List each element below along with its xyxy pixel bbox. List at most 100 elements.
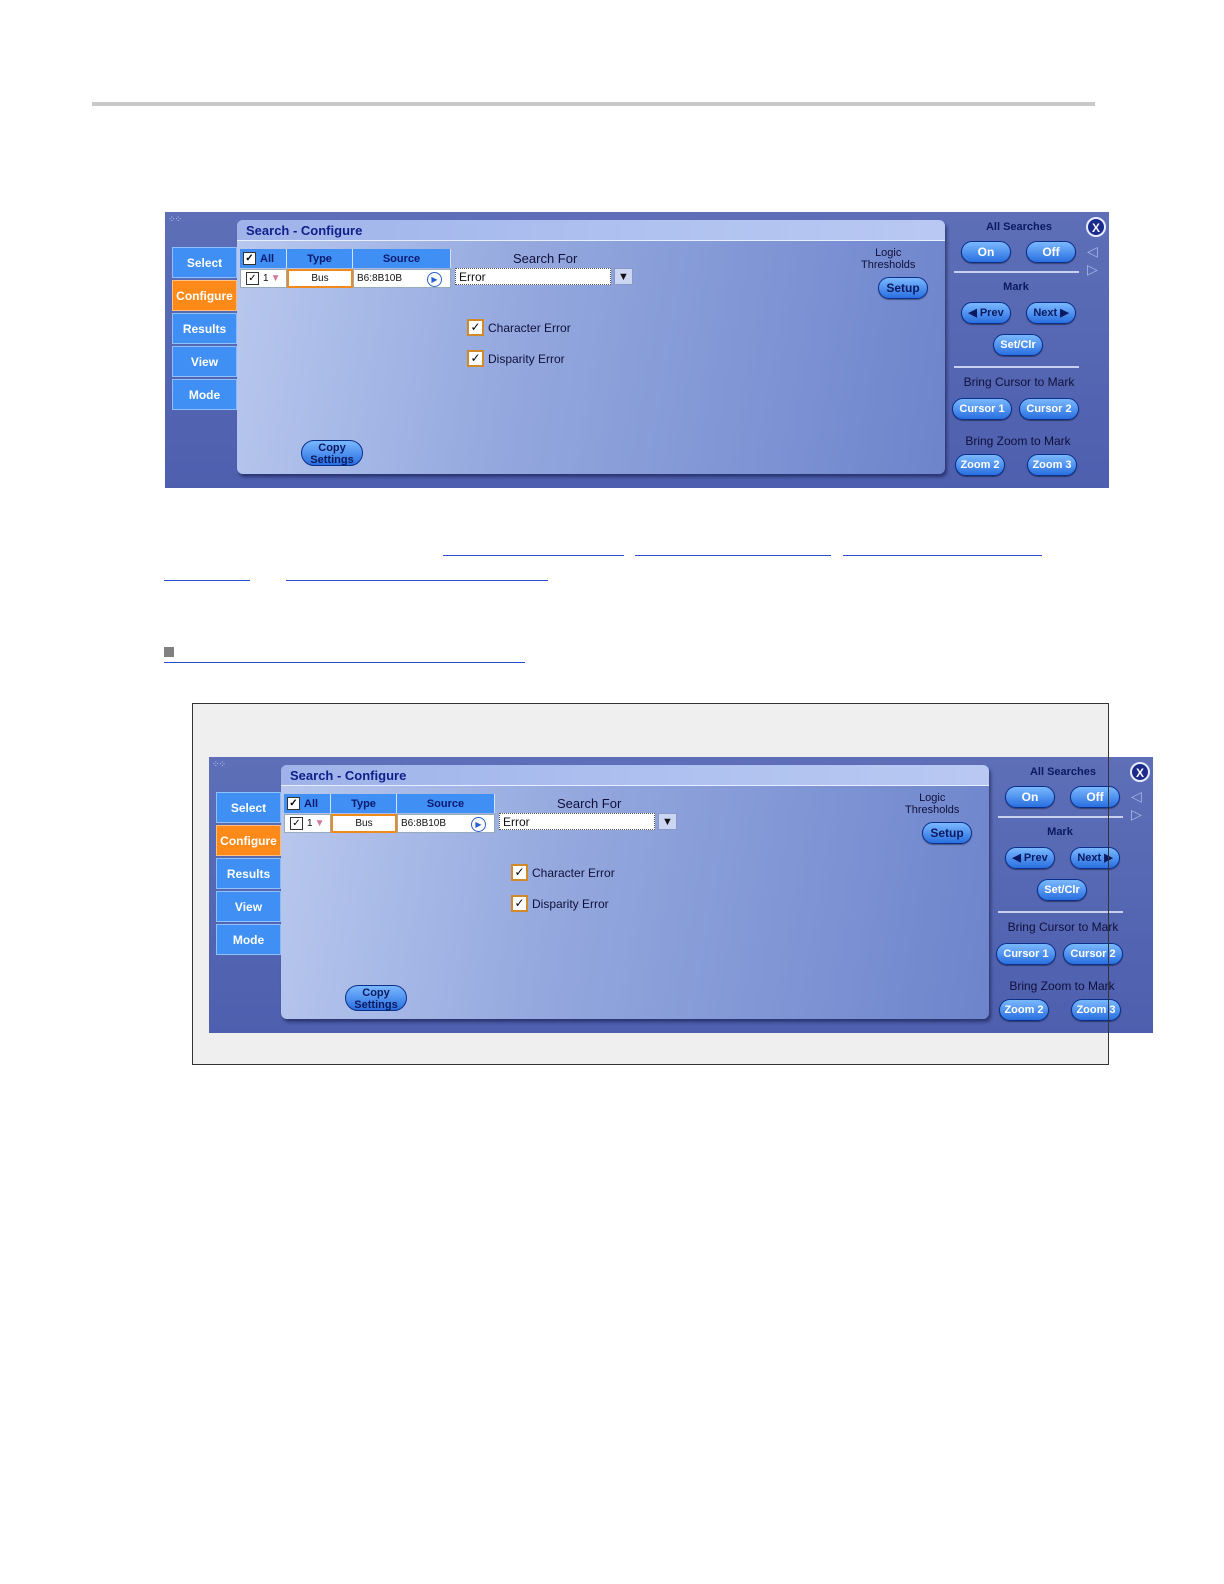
disparity-error-option[interactable]: ✓ Disparity Error bbox=[511, 895, 609, 912]
zoom-2-button[interactable]: Zoom 2 bbox=[999, 999, 1049, 1021]
configure-area: Search - Configure ✓ All Type Source ✓ 1 ▼ … bbox=[237, 220, 945, 474]
row-enable[interactable]: ✓ 1 ▼ bbox=[284, 814, 331, 833]
divider bbox=[954, 271, 1079, 273]
bring-cursor-label: Bring Cursor to Mark bbox=[963, 375, 1075, 389]
link-underline[interactable] bbox=[843, 555, 1042, 556]
search-for-select[interactable]: Error bbox=[499, 813, 655, 830]
triangle-right-icon[interactable]: ▷ bbox=[1131, 806, 1142, 823]
grip-icon[interactable]: ⁘⁘ bbox=[168, 214, 182, 225]
checkmark-icon[interactable]: ✓ bbox=[467, 319, 484, 336]
grip-icon[interactable]: ⁘⁘ bbox=[212, 759, 226, 770]
setup-button[interactable]: Setup bbox=[922, 822, 972, 844]
tab-mode[interactable]: Mode bbox=[172, 379, 237, 410]
chevron-down-icon[interactable]: ▼ bbox=[614, 268, 633, 285]
all-checkbox[interactable]: ✓ bbox=[243, 252, 256, 265]
row-checkbox[interactable]: ✓ bbox=[246, 272, 259, 285]
play-icon[interactable]: ▶ bbox=[471, 817, 486, 832]
next-button[interactable]: Next ▶ bbox=[1026, 302, 1076, 324]
cursor-1-button[interactable]: Cursor 1 bbox=[952, 398, 1012, 420]
mark-label: Mark bbox=[1047, 826, 1073, 838]
row-checkbox[interactable]: ✓ bbox=[290, 817, 303, 830]
tab-view[interactable]: View bbox=[216, 891, 281, 922]
dropdown-triangle-icon: ▼ bbox=[314, 818, 325, 829]
off-button[interactable]: Off bbox=[1070, 786, 1120, 808]
logic-thresholds-label: Logic Thresholds bbox=[905, 792, 960, 816]
page-title: Search - Configure bbox=[290, 768, 407, 783]
frame-edge bbox=[1108, 703, 1109, 1065]
panel-titlebar: Search - Configure bbox=[281, 765, 989, 786]
checkmark-icon[interactable]: ✓ bbox=[467, 350, 484, 367]
tab-results[interactable]: Results bbox=[172, 313, 237, 344]
tab-list: Select Configure Results View Mode bbox=[216, 792, 281, 957]
mark-label: Mark bbox=[1003, 281, 1029, 293]
tab-select[interactable]: Select bbox=[172, 247, 237, 278]
tab-view[interactable]: View bbox=[172, 346, 237, 377]
on-button[interactable]: On bbox=[1005, 786, 1055, 808]
search-for-select[interactable]: Error bbox=[455, 268, 611, 285]
all-checkbox[interactable]: ✓ bbox=[287, 797, 300, 810]
divider bbox=[954, 366, 1079, 368]
link-underline[interactable] bbox=[443, 555, 624, 556]
disparity-error-option[interactable]: ✓ Disparity Error bbox=[467, 350, 565, 367]
prev-button[interactable]: ◀ Prev bbox=[961, 302, 1011, 324]
type-header: Type bbox=[287, 249, 353, 268]
source-cell[interactable]: B6:8B10B ▶ bbox=[397, 814, 495, 833]
prev-button[interactable]: ◀ Prev bbox=[1005, 847, 1055, 869]
divider bbox=[998, 816, 1123, 818]
row-enable[interactable]: ✓ 1 ▼ bbox=[240, 269, 287, 288]
type-cell[interactable]: Bus bbox=[331, 814, 397, 833]
search-for-label: Search For bbox=[513, 251, 578, 266]
tab-results[interactable]: Results bbox=[216, 858, 281, 889]
panel-titlebar: Search - Configure bbox=[237, 220, 945, 241]
tab-configure[interactable]: Configure bbox=[172, 280, 237, 311]
all-header[interactable]: ✓ All bbox=[284, 794, 331, 813]
link-underline[interactable] bbox=[286, 580, 548, 581]
logic-thresholds-label: Logic Thresholds bbox=[861, 247, 916, 271]
search-configure-panel: ⁘⁘ Select Configure Results View Mode Se… bbox=[165, 212, 1109, 488]
triangle-left-icon[interactable]: ◁ bbox=[1087, 243, 1098, 260]
configure-area: Search - Configure ✓ All Type Source ✓ 1 ▼ … bbox=[281, 765, 989, 1019]
chevron-down-icon[interactable]: ▼ bbox=[658, 813, 677, 830]
play-icon[interactable]: ▶ bbox=[427, 272, 442, 287]
tab-select[interactable]: Select bbox=[216, 792, 281, 823]
divider bbox=[998, 911, 1123, 913]
type-header: Type bbox=[331, 794, 397, 813]
source-header: Source bbox=[397, 794, 495, 813]
page-title: Search - Configure bbox=[246, 223, 363, 238]
character-error-option[interactable]: ✓ Character Error bbox=[467, 319, 571, 336]
tab-configure[interactable]: Configure bbox=[216, 825, 281, 856]
link-underline[interactable] bbox=[164, 580, 250, 581]
cursor-2-button[interactable]: Cursor 2 bbox=[1063, 943, 1123, 965]
copy-settings-button[interactable]: Copy Settings bbox=[345, 985, 407, 1011]
bring-zoom-label: Bring Zoom to Mark bbox=[965, 434, 1071, 448]
next-button[interactable]: Next ▶ bbox=[1070, 847, 1120, 869]
setup-button[interactable]: Setup bbox=[878, 277, 928, 299]
set-clear-button[interactable]: Set/Clr bbox=[993, 334, 1043, 356]
source-header: Source bbox=[353, 249, 451, 268]
set-clear-button[interactable]: Set/Clr bbox=[1037, 879, 1087, 901]
dropdown-triangle-icon: ▼ bbox=[270, 273, 281, 284]
type-cell[interactable]: Bus bbox=[287, 269, 353, 288]
zoom-2-button[interactable]: Zoom 2 bbox=[955, 454, 1005, 476]
all-header[interactable]: ✓ All bbox=[240, 249, 287, 268]
zoom-3-button[interactable]: Zoom 3 bbox=[1071, 999, 1121, 1021]
checkmark-icon[interactable]: ✓ bbox=[511, 864, 528, 881]
search-configure-panel: ⁘⁘ Select Configure Results View Mode Se… bbox=[209, 757, 1153, 1033]
cursor-2-button[interactable]: Cursor 2 bbox=[1019, 398, 1079, 420]
triangle-left-icon[interactable]: ◁ bbox=[1131, 788, 1142, 805]
off-button[interactable]: Off bbox=[1026, 241, 1076, 263]
on-button[interactable]: On bbox=[961, 241, 1011, 263]
link-underline[interactable] bbox=[635, 555, 831, 556]
copy-settings-button[interactable]: Copy Settings bbox=[301, 440, 363, 466]
close-icon[interactable]: X bbox=[1086, 217, 1106, 237]
triangle-right-icon[interactable]: ▷ bbox=[1087, 261, 1098, 278]
tab-mode[interactable]: Mode bbox=[216, 924, 281, 955]
checkmark-icon[interactable]: ✓ bbox=[511, 895, 528, 912]
source-cell[interactable]: B6:8B10B ▶ bbox=[353, 269, 451, 288]
close-icon[interactable]: X bbox=[1130, 762, 1150, 782]
tab-list: Select Configure Results View Mode bbox=[172, 247, 237, 412]
cursor-1-button[interactable]: Cursor 1 bbox=[996, 943, 1056, 965]
zoom-3-button[interactable]: Zoom 3 bbox=[1027, 454, 1077, 476]
link-underline[interactable] bbox=[164, 662, 525, 663]
character-error-option[interactable]: ✓ Character Error bbox=[511, 864, 615, 881]
